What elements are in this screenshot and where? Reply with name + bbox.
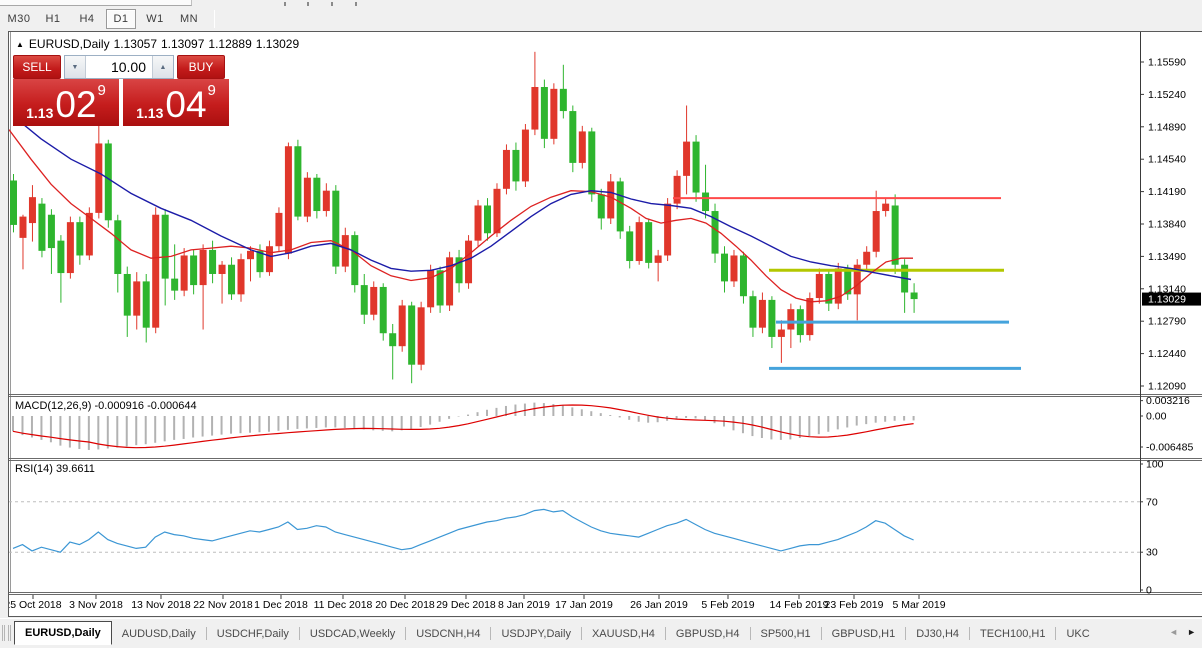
symbol-tab-gbpusd[interactable]: GBPUSD,H4: [666, 623, 750, 645]
svg-text:14 Feb 2019: 14 Feb 2019: [770, 599, 829, 611]
sell-price-main: 02: [55, 83, 97, 125]
buy-price-pip: 9: [207, 82, 216, 99]
buy-price-prefix: 1.13: [136, 105, 164, 121]
application-window: M30 H1 H4 D1 W1 MN 1.15590 1.15240 1.14890 1.145…: [0, 0, 1202, 648]
svg-text:11 Dec 2018: 11 Dec 2018: [314, 599, 373, 611]
ohlc-open: 1.13057: [113, 37, 157, 51]
chart-header: ▲ EURUSD,Daily 1.13057 1.13097 1.12889 1.1302…: [16, 37, 303, 51]
rsi-label: RSI(14) 39.6611: [15, 463, 95, 475]
svg-text:-0.006485: -0.006485: [1146, 441, 1193, 453]
svg-text:1.14540: 1.14540: [1148, 154, 1186, 166]
svg-text:1.13490: 1.13490: [1148, 251, 1186, 263]
ohlc-high: 1.13097: [161, 37, 205, 51]
tab-scroll-right-icon[interactable]: ►: [1187, 627, 1196, 637]
symbol-tab-usdcnh[interactable]: USDCNH,H4: [406, 623, 490, 645]
chart-symbol-label: EURUSD,Daily: [28, 37, 110, 51]
tab-scroll-arrows: ◄ ►: [1160, 619, 1202, 645]
timeframe-button-h4[interactable]: H4: [72, 9, 102, 29]
ohlc-low: 1.12889: [208, 37, 252, 51]
timeframe-button-w1[interactable]: W1: [140, 9, 170, 29]
ohlc-close: 1.13029: [255, 37, 300, 51]
timeframe-toolbar: M30 H1 H4 D1 W1 MN: [0, 7, 1202, 31]
toolbar-tick: [331, 2, 333, 6]
svg-text:20 Dec 2018: 20 Dec 2018: [375, 599, 435, 611]
svg-text:5 Mar 2019: 5 Mar 2019: [892, 599, 945, 611]
sell-price-prefix: 1.13: [26, 105, 54, 121]
symbol-tab-usdcad[interactable]: USDCAD,Weekly: [300, 623, 405, 645]
volume-stepper: ▼ ▲: [64, 55, 174, 79]
buy-price-box[interactable]: 1.13 04 9: [123, 79, 229, 126]
symbol-tab-usdchf[interactable]: USDCHF,Daily: [207, 623, 299, 645]
timeframe-button-d1[interactable]: D1: [106, 9, 136, 29]
toolbar-tick: [355, 2, 357, 6]
one-click-trading-panel: SELL ▼ ▲ BUY 1.13 02 9 1.13 04 9: [13, 55, 229, 126]
symbol-tab-ukc[interactable]: UKC: [1056, 623, 1099, 645]
svg-text:13 Nov 2018: 13 Nov 2018: [131, 599, 191, 611]
toolbar-remnant: [0, 0, 192, 6]
svg-text:1.15590: 1.15590: [1148, 57, 1186, 69]
svg-text:1 Dec 2018: 1 Dec 2018: [254, 599, 308, 611]
svg-text:0.00: 0.00: [1146, 411, 1167, 423]
timeframe-button-h1[interactable]: H1: [38, 9, 68, 29]
svg-text:17 Jan 2019: 17 Jan 2019: [555, 599, 613, 611]
svg-text:1.12790: 1.12790: [1148, 316, 1186, 328]
toolbar-tick: [284, 2, 286, 6]
buy-price-main: 04: [165, 83, 207, 125]
svg-text:30: 30: [1146, 547, 1158, 559]
symbol-tab-sp500[interactable]: SP500,H1: [751, 623, 821, 645]
current-price-badge: 1.13029: [1142, 292, 1201, 306]
tab-bar-grip[interactable]: [2, 625, 11, 641]
sell-price-box[interactable]: 1.13 02 9: [13, 79, 119, 126]
chart-window: 1.15590 1.15240 1.14890 1.14540 1.14190 1.138…: [8, 31, 1202, 617]
symbol-tab-dj30[interactable]: DJ30,H4: [906, 623, 969, 645]
svg-text:1.15240: 1.15240: [1148, 89, 1186, 101]
sell-button[interactable]: SELL: [13, 55, 61, 79]
symbol-tab-gbpusd[interactable]: GBPUSD,H1: [822, 623, 906, 645]
svg-text:1.13029: 1.13029: [1148, 294, 1186, 306]
svg-text:8 Jan 2019: 8 Jan 2019: [498, 599, 550, 611]
svg-text:1.14890: 1.14890: [1148, 121, 1186, 133]
svg-text:23 Feb 2019: 23 Feb 2019: [825, 599, 884, 611]
volume-decrease-button[interactable]: ▼: [65, 56, 86, 78]
svg-text:22 Nov 2018: 22 Nov 2018: [193, 599, 253, 611]
timeframe-button-mn[interactable]: MN: [174, 9, 204, 29]
symbol-tab-eurusd[interactable]: EURUSD,Daily: [14, 621, 112, 645]
tab-scroll-left-icon[interactable]: ◄: [1169, 627, 1178, 637]
svg-text:0.003216: 0.003216: [1146, 395, 1190, 407]
svg-text:1.14190: 1.14190: [1148, 186, 1186, 198]
symbol-tab-bar: EURUSD,Daily AUDUSD,Daily USDCHF,Daily USDC…: [0, 618, 1202, 645]
symbol-tab-audusd[interactable]: AUDUSD,Daily: [112, 623, 206, 645]
sell-price-pip: 9: [97, 82, 106, 99]
window-top-strip: [0, 0, 1202, 7]
symbol-tab-tech100[interactable]: TECH100,H1: [970, 623, 1055, 645]
volume-input[interactable]: [86, 56, 152, 78]
toolbar-separator: [214, 10, 215, 28]
svg-text:70: 70: [1146, 496, 1158, 508]
toolbar-tick: [307, 2, 309, 6]
svg-text:1.12440: 1.12440: [1148, 348, 1186, 360]
volume-increase-button[interactable]: ▲: [152, 56, 173, 78]
svg-text:25 Oct 2018: 25 Oct 2018: [9, 599, 62, 611]
svg-text:29 Dec 2018: 29 Dec 2018: [436, 599, 496, 611]
svg-text:5 Feb 2019: 5 Feb 2019: [701, 599, 754, 611]
svg-text:26 Jan 2019: 26 Jan 2019: [630, 599, 688, 611]
symbol-tab-usdjpy[interactable]: USDJPY,Daily: [491, 623, 581, 645]
svg-text:100: 100: [1146, 459, 1164, 471]
svg-text:0: 0: [1146, 585, 1152, 597]
buy-button[interactable]: BUY: [177, 55, 225, 79]
collapse-arrow-icon[interactable]: ▲: [16, 40, 24, 49]
macd-label: MACD(12,26,9) -0.000916 -0.000644: [15, 400, 197, 412]
svg-text:1.12090: 1.12090: [1148, 380, 1186, 392]
svg-text:1.13840: 1.13840: [1148, 218, 1186, 230]
timeframe-button-m30[interactable]: M30: [4, 9, 34, 29]
symbol-tab-xauusd[interactable]: XAUUSD,H4: [582, 623, 665, 645]
svg-text:3 Nov 2018: 3 Nov 2018: [69, 599, 123, 611]
